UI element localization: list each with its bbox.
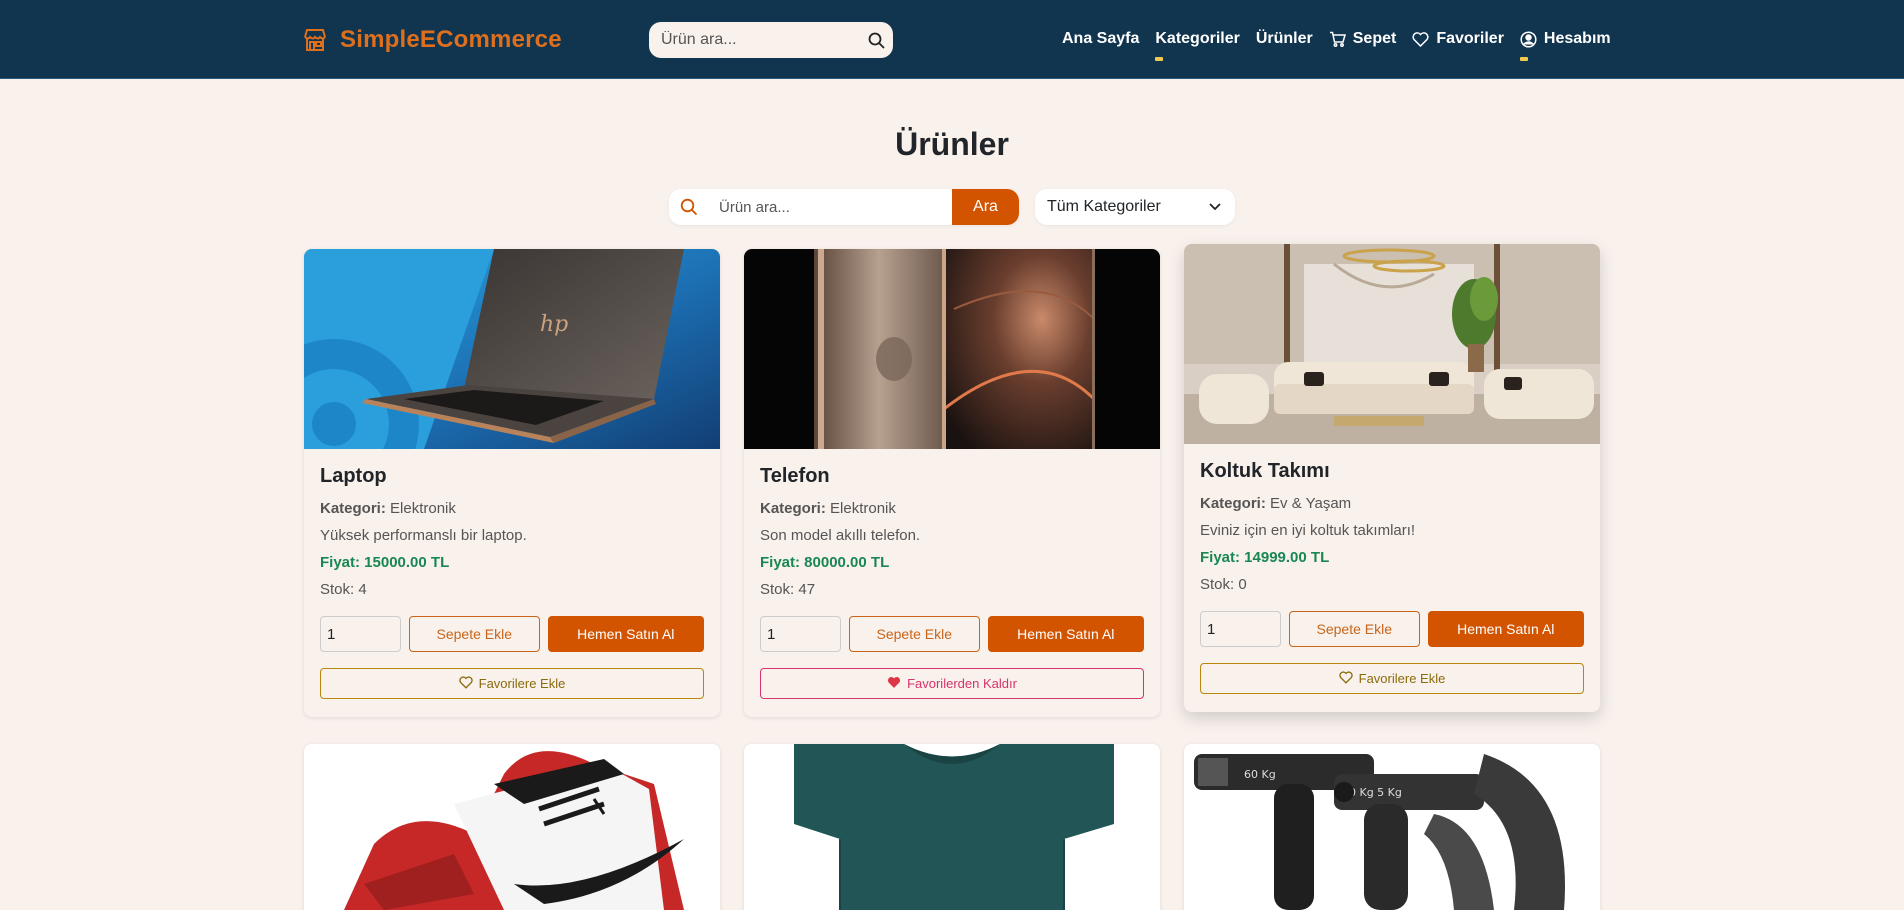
heart-filled-icon: [887, 676, 901, 692]
category-label: Kategori:: [320, 500, 386, 517]
product-category: Kategori: Elektronik: [320, 500, 704, 517]
search-icon[interactable]: [868, 29, 885, 51]
product-card: [304, 744, 720, 910]
chevron-down-icon: [1209, 198, 1221, 216]
store-icon: [302, 27, 328, 53]
product-price: Fiyat: 14999.00 TL: [1200, 549, 1330, 566]
remove-favorite-button[interactable]: Favorilerden Kaldır: [760, 668, 1144, 699]
user-circle-icon: [1520, 30, 1537, 48]
product-description: Yüksek performanslı bir laptop.: [320, 527, 527, 544]
svg-text:hp: hp: [540, 312, 568, 337]
nav-favorites-label: Favoriler: [1436, 30, 1504, 47]
buy-now-button[interactable]: Hemen Satın Al: [987, 616, 1144, 652]
navbar: SimpleECommerce Ana Sayfa Kategoriler Ür…: [0, 0, 1904, 79]
heart-icon: [1412, 31, 1429, 47]
add-favorite-label: Favorilere Ekle: [1358, 671, 1446, 686]
product-card: Koltuk Takımı Kategori: Ev & Yaşam Evini…: [1184, 244, 1600, 712]
category-filter-value: Tüm Kategoriler: [1047, 198, 1161, 215]
product-category: Kategori: Elektronik: [760, 500, 1144, 517]
category-value: Elektronik: [390, 500, 456, 517]
product-card: Telefon Kategori: Elektronik Son model a…: [744, 249, 1160, 717]
product-search: Ara: [669, 189, 1019, 225]
nav-cart-label: Sepet: [1352, 30, 1397, 47]
nav-products-label: Ürünler: [1255, 30, 1313, 47]
add-favorite-button[interactable]: Favorilere Ekle: [320, 668, 704, 699]
product-search-input[interactable]: [709, 198, 952, 216]
dropdown-indicator: [1519, 57, 1528, 61]
product-image-sneaker[interactable]: [304, 744, 720, 910]
buy-now-button[interactable]: Hemen Satın Al: [1427, 611, 1584, 647]
nav-account-label: Hesabım: [1543, 30, 1611, 47]
product-actions: Sepete Ekle Hemen Satın Al: [760, 616, 1144, 652]
product-card: [744, 744, 1160, 910]
product-title: Laptop: [320, 465, 387, 487]
brand-name: SimpleECommerce: [340, 26, 562, 53]
product-filter-bar: Ara Tüm Kategoriler: [669, 189, 1235, 225]
category-filter-select[interactable]: Tüm Kategoriler: [1035, 189, 1235, 225]
search-button[interactable]: Ara: [952, 189, 1019, 225]
svg-text:60 Kg: 60 Kg: [1244, 768, 1276, 781]
product-title: Koltuk Takımı: [1200, 460, 1330, 482]
product-stock: Stok: 0: [1200, 576, 1247, 593]
nav-account[interactable]: Hesabım: [1519, 30, 1611, 61]
quantity-input[interactable]: [320, 616, 401, 652]
product-image-tshirt[interactable]: [744, 744, 1160, 910]
nav-home-label: Ana Sayfa: [1062, 30, 1140, 47]
navbar-search: [649, 22, 893, 58]
category-label: Kategori:: [760, 500, 826, 517]
product-card: 60 Kg 60 Kg 5 Kg: [1184, 744, 1600, 910]
add-to-cart-button[interactable]: Sepete Ekle: [409, 616, 540, 652]
buy-now-button[interactable]: Hemen Satın Al: [547, 616, 704, 652]
product-actions: Sepete Ekle Hemen Satın Al: [320, 616, 704, 652]
navbar-search-input[interactable]: [661, 31, 868, 49]
nav-products[interactable]: Ürünler: [1256, 30, 1313, 48]
nav-categories[interactable]: Kategoriler: [1155, 30, 1240, 61]
product-actions: Sepete Ekle Hemen Satın Al: [1200, 611, 1584, 647]
page-title: Ürünler: [895, 126, 1009, 162]
product-title: Telefon: [760, 465, 830, 487]
nav-cart[interactable]: Sepet: [1329, 30, 1397, 48]
remove-favorite-label: Favorilerden Kaldır: [907, 676, 1017, 691]
quantity-input[interactable]: [1200, 611, 1281, 647]
category-label: Kategori:: [1200, 495, 1266, 512]
product-image-koltuk-takimi[interactable]: [1184, 244, 1600, 444]
nav-categories-label: Kategoriler: [1155, 30, 1240, 47]
add-to-cart-button[interactable]: Sepete Ekle: [849, 616, 980, 652]
nav-home[interactable]: Ana Sayfa: [1062, 30, 1139, 48]
product-image-laptop[interactable]: hp: [304, 249, 720, 449]
brand-link[interactable]: SimpleECommerce: [302, 26, 562, 54]
product-description: Eviniz için en iyi koltuk takımları!: [1200, 522, 1416, 539]
add-favorite-button[interactable]: Favorilere Ekle: [1200, 663, 1584, 694]
search-icon: [669, 189, 709, 225]
add-to-cart-button[interactable]: Sepete Ekle: [1289, 611, 1420, 647]
dropdown-indicator: [1155, 57, 1164, 61]
category-value: Elektronik: [830, 500, 896, 517]
product-image-telefon[interactable]: [744, 249, 1160, 449]
category-value: Ev & Yaşam: [1270, 495, 1352, 512]
product-price: Fiyat: 80000.00 TL: [760, 554, 890, 571]
product-stock: Stok: 47: [760, 581, 816, 598]
product-stock: Stok: 4: [320, 581, 367, 598]
quantity-input[interactable]: [760, 616, 841, 652]
product-description: Son model akıllı telefon.: [760, 527, 921, 544]
nav-links: Ana Sayfa Kategoriler Ürünler Sepet Favo…: [1062, 30, 1611, 61]
heart-outline-icon: [459, 675, 473, 692]
product-image-hand-grip[interactable]: 60 Kg 60 Kg 5 Kg: [1184, 744, 1600, 910]
heart-outline-icon: [1339, 670, 1353, 687]
nav-favorites[interactable]: Favoriler: [1412, 30, 1504, 48]
add-favorite-label: Favorilere Ekle: [478, 676, 566, 691]
product-category: Kategori: Ev & Yaşam: [1200, 495, 1584, 512]
product-price: Fiyat: 15000.00 TL: [320, 554, 450, 571]
product-card: hp Laptop Kategori: Elektronik Yüksek pe…: [304, 249, 720, 717]
cart-icon: [1329, 31, 1346, 47]
